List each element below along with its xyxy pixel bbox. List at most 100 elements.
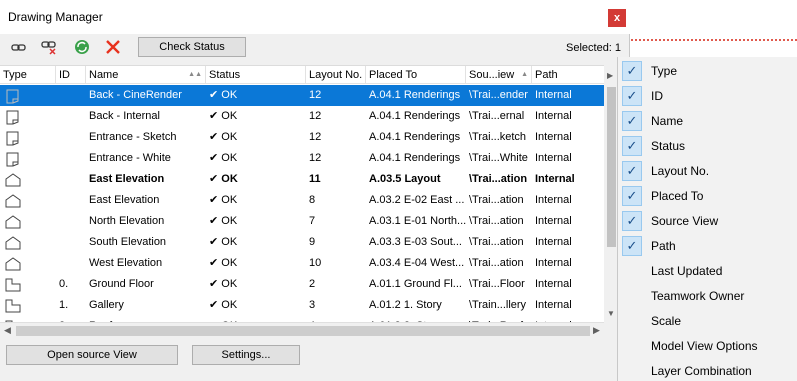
cell-status: ✔ OK xyxy=(209,194,238,206)
link-icon[interactable] xyxy=(10,38,28,56)
checkmark-icon: ✓ xyxy=(622,61,642,81)
table-row[interactable]: West Elevation ✔ OK 10 A.03.4 E-04 West... \… xyxy=(0,253,612,274)
table-row[interactable]: North Elevation ✔ OK 7 A.03.1 E-01 North...… xyxy=(0,211,612,232)
menu-item-column-toggle[interactable]: ✓ Path xyxy=(618,234,797,259)
elevation-icon xyxy=(4,256,22,272)
cell-placed-to: A.03.1 E-01 North... xyxy=(369,215,466,227)
table-row[interactable]: Entrance - White ✔ OK 12 A.04.1 Renderings \… xyxy=(0,148,612,169)
menu-item-column-toggle[interactable]: ✓ Placed To xyxy=(618,184,797,209)
checkmark-icon: ✓ xyxy=(622,136,642,156)
menu-item-label: Name xyxy=(651,114,684,128)
menu-item-column-toggle[interactable]: ✓ Layout No. xyxy=(618,159,797,184)
menu-item-label: Model View Options xyxy=(651,339,758,353)
scroll-left-icon[interactable]: ◀ xyxy=(4,325,11,336)
col-header-status[interactable]: Status xyxy=(206,66,306,84)
table-row[interactable]: East Elevation ✔ OK 8 A.03.2 E-02 East ... \… xyxy=(0,190,612,211)
vertical-scrollbar[interactable]: ▶ ▼ xyxy=(604,65,618,323)
horizontal-scrollbar[interactable]: ◀ ▶ xyxy=(0,322,604,339)
cell-source-view: \Trai...ketch xyxy=(469,131,527,143)
cell-id: 1. xyxy=(59,299,69,311)
cell-placed-to: A.04.1 Renderings xyxy=(369,131,461,143)
menu-item-column-toggle[interactable]: ✓ Source View xyxy=(618,209,797,234)
cell-source-view: \Trai...ation xyxy=(469,215,524,227)
cell-path: Internal xyxy=(535,110,572,122)
scroll-right-icon[interactable]: ▶ xyxy=(593,325,600,336)
horizontal-scroll-thumb[interactable] xyxy=(16,326,590,336)
col-header-id[interactable]: ID xyxy=(56,66,86,84)
table-row[interactable]: Back - CineRender ✔ OK 12 A.04.1 Renderings… xyxy=(0,85,612,106)
cell-source-view: \Trai...ernal xyxy=(469,110,525,122)
scroll-up-icon[interactable]: ▶ xyxy=(607,71,613,80)
sort-icon: ▲ xyxy=(521,71,528,78)
cell-source-view: \Train...llery xyxy=(469,299,527,311)
table-row[interactable]: East Elevation ✔ OK 11 A.03.5 Layout \Trai..… xyxy=(0,169,612,190)
cell-placed-to: A.03.4 E-04 West... xyxy=(369,257,465,269)
cell-placed-to: A.03.5 Layout xyxy=(369,173,441,185)
cell-placed-to: A.01.1 Ground Fl... xyxy=(369,278,462,290)
selected-count: Selected: 1 xyxy=(566,42,622,54)
cell-name: East Elevation xyxy=(89,173,165,185)
cell-id xyxy=(56,127,86,148)
cell-name: Ground Floor xyxy=(89,278,154,290)
cell-placed-to: A.03.3 E-03 Sout... xyxy=(369,236,462,248)
col-header-path[interactable]: Path xyxy=(532,66,612,84)
cell-layout: 12 xyxy=(309,152,322,164)
cell-placed-to: A.03.2 E-02 East ... xyxy=(369,194,465,206)
cell-name: North Elevation xyxy=(89,215,165,227)
cell-path: Internal xyxy=(535,299,572,311)
menu-item-column-toggle[interactable]: ✓ Status xyxy=(618,134,797,159)
sheet-icon xyxy=(4,130,22,146)
cell-source-view: \Trai...ender xyxy=(469,89,528,101)
cell-id xyxy=(56,106,86,127)
vertical-scroll-thumb[interactable] xyxy=(607,87,616,247)
menu-item-column-toggle[interactable]: Last Updated xyxy=(618,259,797,284)
check-status-button[interactable]: Check Status xyxy=(138,37,246,57)
table-row[interactable]: South Elevation ✔ OK 9 A.03.3 E-03 Sout... \… xyxy=(0,232,612,253)
cell-path: Internal xyxy=(535,236,572,248)
cell-path: Internal xyxy=(535,257,572,269)
menu-item-label: Path xyxy=(651,239,676,253)
cell-placed-to: A.04.1 Renderings xyxy=(369,152,461,164)
delete-icon[interactable] xyxy=(104,38,122,56)
settings-button[interactable]: Settings... xyxy=(192,345,300,365)
drawings-table: Type ID Name ▲▲ Status Layout No. Placed … xyxy=(0,65,612,323)
menu-item-label: Type xyxy=(651,64,678,78)
menu-item-label: Teamwork Owner xyxy=(651,289,745,303)
table-row[interactable]: 0. Ground Floor ✔ OK 2 A.01.1 Ground Fl... \T… xyxy=(0,274,612,295)
cell-layout: 12 xyxy=(309,110,322,122)
menu-item-label: Status xyxy=(651,139,686,153)
refresh-icon[interactable] xyxy=(73,38,91,56)
menu-item-label: Layer Combination xyxy=(651,364,752,378)
col-header-source[interactable]: Sou...iew ▲ xyxy=(466,66,532,84)
unlink-icon[interactable] xyxy=(40,38,58,56)
menu-item-column-toggle[interactable]: Layer Combination xyxy=(618,359,797,381)
cell-id xyxy=(56,211,86,232)
col-header-layout[interactable]: Layout No. xyxy=(306,66,366,84)
cell-source-view: \Trai...ation xyxy=(469,173,528,185)
table-row[interactable]: Entrance - Sketch ✔ OK 12 A.04.1 Renderings… xyxy=(0,127,612,148)
cell-status: ✔ OK xyxy=(209,173,238,185)
cell-path: Internal xyxy=(535,89,572,101)
menu-item-column-toggle[interactable]: Teamwork Owner xyxy=(618,284,797,309)
table-row[interactable]: Back - Internal ✔ OK 12 A.04.1 Renderings \T… xyxy=(0,106,612,127)
col-header-name[interactable]: Name ▲▲ xyxy=(86,66,206,84)
toolbar: Check Status Selected: 1 xyxy=(0,34,630,60)
cell-path: Internal xyxy=(535,278,572,290)
cell-source-view: \Trai...Floor xyxy=(469,278,525,290)
cell-status: ✔ OK xyxy=(209,89,238,101)
menu-item-column-toggle[interactable]: ✓ ID xyxy=(618,84,797,109)
cell-name: West Elevation xyxy=(89,257,163,269)
table-row[interactable]: 1. Gallery ✔ OK 3 A.01.2 1. Story \Train...ll… xyxy=(0,295,612,316)
cell-path: Internal xyxy=(535,131,572,143)
close-button[interactable]: x xyxy=(608,9,626,27)
cell-id xyxy=(56,190,86,211)
menu-item-column-toggle[interactable]: Model View Options xyxy=(618,334,797,359)
col-header-placed[interactable]: Placed To xyxy=(366,66,466,84)
open-source-view-button[interactable]: Open source View xyxy=(6,345,178,365)
menu-item-label: Layout No. xyxy=(651,164,710,178)
scroll-down-icon[interactable]: ▼ xyxy=(607,309,615,318)
menu-item-column-toggle[interactable]: Scale xyxy=(618,309,797,334)
menu-item-column-toggle[interactable]: ✓ Type xyxy=(618,59,797,84)
menu-item-column-toggle[interactable]: ✓ Name xyxy=(618,109,797,134)
col-header-type[interactable]: Type xyxy=(0,66,56,84)
